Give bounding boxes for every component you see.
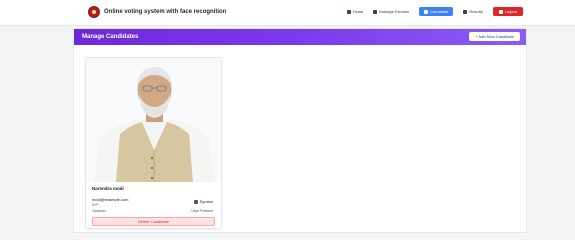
user-icon (424, 9, 429, 14)
add-candidate-button[interactable]: + Add New Candidate (469, 32, 520, 41)
nav-link-label: Results (469, 9, 483, 14)
logout-label: Logout (504, 9, 517, 14)
candidate-state: Uttar Pradesh (191, 209, 213, 213)
nav-link-results[interactable]: Results (463, 9, 483, 14)
nav-link-manage-election[interactable]: Manage Election (373, 9, 409, 14)
delete-candidate-button[interactable]: Delete Candidate (92, 217, 215, 226)
candidate-card: Narendra modi modi@example.com BJP Symbo… (85, 57, 222, 229)
candidate-symbol-label: Symbol (199, 199, 213, 204)
candidate-party: BJP (92, 203, 99, 207)
brand[interactable]: Online voting system with face recogniti… (88, 6, 226, 18)
top-navbar: Online voting system with face recogniti… (0, 0, 575, 26)
chart-icon (463, 9, 468, 14)
home-icon (346, 9, 351, 14)
candidate-name: Narendra modi (92, 186, 124, 191)
candidate-email: modi@example.com (92, 197, 129, 202)
logout-button[interactable]: Logout (492, 7, 523, 16)
logout-icon (498, 9, 503, 14)
nav-link-candidate[interactable]: Candidate (419, 7, 454, 16)
ballot-icon (373, 9, 378, 14)
nav-link-label: Home (352, 9, 364, 14)
symbol-icon (193, 199, 198, 204)
nav-link-label: Candidate (430, 9, 449, 14)
nav-link-home[interactable]: Home (346, 9, 364, 14)
app-logo-icon (88, 6, 100, 18)
panel-header: Manage Candidates + Add New Candidate (74, 29, 526, 45)
candidate-region: Varanasi (92, 209, 106, 213)
nav-links: Home Manage Election Candidate Results L… (346, 7, 523, 16)
candidate-photo (86, 58, 221, 182)
nav-link-label: Manage Election (379, 9, 410, 14)
candidate-symbol: Symbol (193, 199, 213, 204)
page-title: Manage Candidates (82, 34, 139, 40)
app-title: Online voting system with face recogniti… (104, 9, 227, 15)
manage-candidates-panel: Manage Candidates + Add New Candidate Na… (73, 28, 527, 233)
